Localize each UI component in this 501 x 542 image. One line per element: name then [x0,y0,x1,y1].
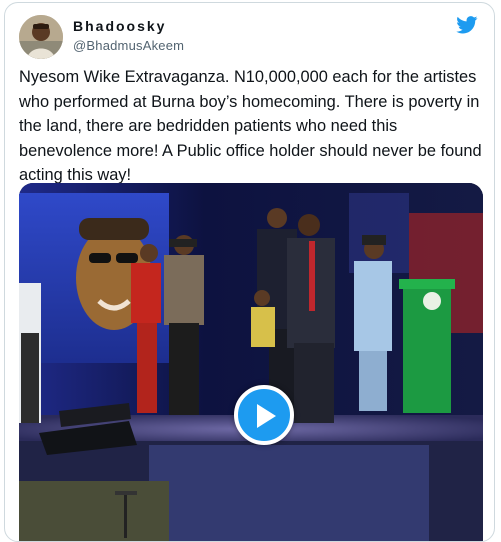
author-names: Bhadoosky @BhadmusAkeem [73,18,184,53]
avatar-image [19,15,63,59]
tweet-card[interactable]: Bhadoosky @BhadmusAkeem Nyesom Wike Extr… [4,2,495,542]
twitter-bird-icon[interactable] [456,16,478,34]
play-icon [257,404,276,428]
video-thumbnail [19,183,483,541]
author-display-name[interactable]: Bhadoosky [73,18,184,34]
tweet-header: Bhadoosky @BhadmusAkeem [17,13,482,59]
avatar[interactable] [19,15,63,59]
tweet-text: Nyesom Wike Extravaganza. N10,000,000 ea… [19,68,482,184]
video-player[interactable] [19,183,483,541]
author-handle[interactable]: @BhadmusAkeem [73,38,184,53]
play-button[interactable] [234,385,294,445]
